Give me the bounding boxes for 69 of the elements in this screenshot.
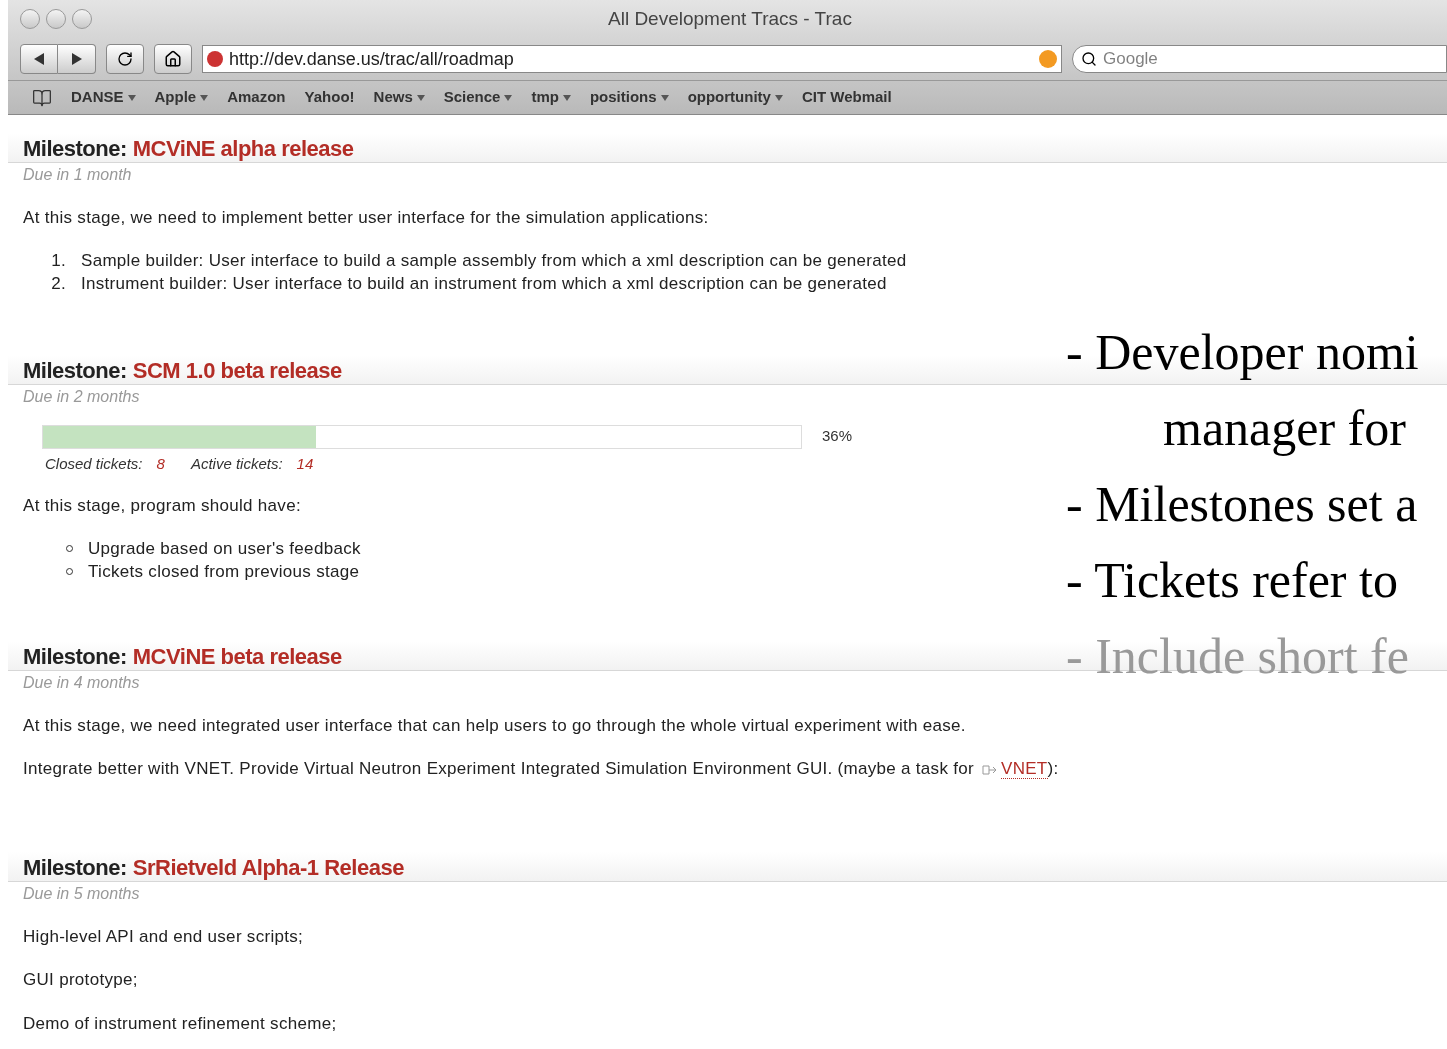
active-label: Active tickets:	[190, 453, 283, 474]
bookmarks-icon	[32, 87, 52, 108]
list-item: Sample builder: User interface to build a sample assembly from which a xml description can be generated	[81, 249, 907, 272]
milestone-title: Milestone:	[23, 854, 127, 881]
list-number: 1.	[50, 249, 66, 272]
paragraph: At this stage, program should have:	[23, 495, 301, 517]
dropdown-icon	[127, 94, 136, 101]
milestone-title: Milestone:	[23, 136, 127, 162]
dropdown-icon	[416, 94, 425, 101]
forward-icon	[71, 53, 82, 65]
milestone-link[interactable]: SCM 1.0 beta release	[132, 357, 342, 384]
bookmark-item[interactable]: tmp	[531, 86, 571, 109]
rss-icon	[1039, 50, 1057, 68]
search-field[interactable]: Google	[1072, 45, 1447, 73]
address-field[interactable]: http://dev.danse.us/trac/all/roadmap	[202, 45, 1062, 73]
paragraph: Integrate better with VNET. Provide Virtual Neutron Experiment Integrated Simulation Environment GUI. (maybe a task for VNET):	[23, 758, 1059, 781]
list-item: Tickets closed from previous stage	[88, 560, 360, 583]
external-link-icon	[982, 764, 998, 775]
reload-button[interactable]	[106, 44, 144, 74]
progress-percent: 36%	[822, 426, 853, 447]
list-number: 2.	[50, 272, 66, 295]
bookmark-item[interactable]: Science	[443, 86, 513, 109]
site-icon	[207, 51, 223, 67]
reload-icon	[117, 51, 133, 67]
bookmark-item[interactable]: News	[373, 86, 425, 109]
list-item: Upgrade based on user's feedback	[88, 537, 361, 560]
paragraph: At this stage, we need to implement better user interface for the simulation applications:	[23, 207, 709, 229]
paragraph: High-level API and end user scripts;	[23, 925, 304, 948]
closed-label: Closed tickets:	[45, 453, 143, 474]
due-date: Due in 4 months	[22, 672, 141, 693]
bookmark-item[interactable]: DANSE	[71, 86, 136, 109]
wiki-link[interactable]: VNET	[1001, 759, 1048, 779]
home-button[interactable]	[154, 44, 192, 74]
dropdown-icon	[774, 94, 783, 101]
slide-bullet: - Milestones set a	[1066, 475, 1419, 534]
bookmark-item[interactable]: Yahoo!	[304, 86, 355, 109]
milestone-title: Milestone:	[23, 643, 127, 670]
milestone-title: Milestone:	[23, 357, 127, 384]
dropdown-icon	[504, 94, 513, 101]
milestone-link[interactable]: MCViNE alpha release	[132, 136, 354, 162]
bookmark-item[interactable]: positions	[589, 86, 669, 109]
paragraph: GUI prototype;	[23, 969, 138, 991]
list-item: Instrument builder: User interface to build an instrument from which a xml description can be generated	[81, 272, 887, 295]
due-date: Due in 5 months	[22, 883, 141, 904]
active-count[interactable]: 14	[296, 452, 314, 475]
bookmark-item[interactable]: opportunity	[687, 86, 783, 109]
milestone-link[interactable]: MCViNE beta release	[132, 643, 342, 670]
search-icon	[1081, 51, 1097, 67]
dropdown-icon	[660, 94, 669, 101]
slide-bullet: - Include short fe	[1066, 627, 1410, 686]
slide-bullet: - Tickets refer to	[1066, 551, 1399, 610]
bookmark-item[interactable]: Amazon	[227, 86, 286, 109]
window-title: All Development Tracs - Trac	[608, 6, 852, 31]
back-icon	[34, 53, 44, 65]
due-date: Due in 2 months	[22, 386, 141, 407]
closed-count[interactable]: 8	[156, 452, 165, 475]
due-date: Due in 1 month	[22, 165, 133, 185]
paragraph: Demo of instrument refinement scheme;	[23, 1012, 337, 1035]
back-button[interactable]	[20, 44, 58, 74]
bookmark-item[interactable]: CIT Webmail	[801, 86, 892, 109]
home-icon	[164, 50, 182, 68]
slide-bullet: - Developer nomi	[1066, 323, 1419, 382]
slide-bullet: manager for	[1162, 399, 1407, 458]
dropdown-icon	[200, 94, 209, 101]
forward-button[interactable]	[58, 44, 96, 74]
dropdown-icon	[562, 94, 571, 101]
milestone-link[interactable]: SrRietveld Alpha-1 Release	[132, 854, 404, 881]
bookmark-item[interactable]: Apple	[154, 86, 209, 109]
paragraph: At this stage, we need integrated user interface that can help users to go through the whole virtual experiment with ease.	[23, 714, 966, 737]
